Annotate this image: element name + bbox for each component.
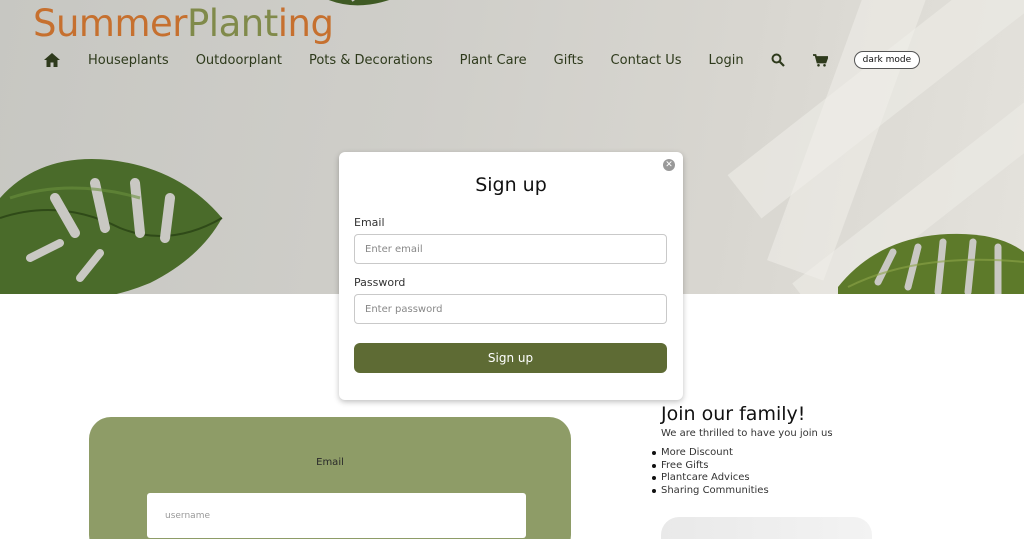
logo-text-ing: ing <box>277 2 334 45</box>
nav-plant-care[interactable]: Plant Care <box>460 53 527 68</box>
join-subtitle: We are thrilled to have you join us <box>661 428 833 439</box>
logo-text-summer: Summer <box>33 2 188 45</box>
promo-card <box>661 517 872 539</box>
search-icon[interactable] <box>771 53 785 67</box>
benefits-list: More Discount Free Gifts Plantcare Advic… <box>652 447 833 498</box>
close-icon[interactable]: ✕ <box>663 159 675 171</box>
email-label: Email <box>354 216 385 229</box>
home-icon[interactable] <box>44 53 60 67</box>
nav-contact-us[interactable]: Contact Us <box>611 53 682 68</box>
modal-title: Sign up <box>475 174 547 196</box>
join-section: Join our family! We are thrilled to have… <box>652 402 833 498</box>
nav-outdoorplant[interactable]: Outdoorplant <box>196 53 282 68</box>
signup-button[interactable]: Sign up <box>354 343 667 373</box>
monstera-leaf-left <box>0 159 223 294</box>
subscribe-card: Email username <box>89 417 571 539</box>
list-item: More Discount <box>652 447 833 460</box>
nav-houseplants[interactable]: Houseplants <box>88 53 169 68</box>
nav-gifts[interactable]: Gifts <box>554 53 584 68</box>
monstera-leaf-right <box>838 233 1024 294</box>
password-label: Password <box>354 276 406 289</box>
brand-logo[interactable]: SummerPlanting <box>33 2 334 46</box>
list-item: Plantcare Advices <box>652 472 833 485</box>
email-field[interactable]: Enter email <box>354 234 667 264</box>
cart-icon[interactable] <box>812 53 828 67</box>
signup-modal: ✕ Sign up Email Enter email Password Ent… <box>339 152 683 400</box>
join-title: Join our family! <box>661 403 806 425</box>
logo-text-plant: Plant <box>187 2 278 45</box>
username-input[interactable]: username <box>147 493 526 538</box>
list-item: Free Gifts <box>652 460 833 473</box>
nav-pots-decorations[interactable]: Pots & Decorations <box>309 53 433 68</box>
dark-mode-toggle[interactable]: dark mode <box>853 51 921 69</box>
list-item: Sharing Communities <box>652 485 833 498</box>
password-field[interactable]: Enter password <box>354 294 667 324</box>
main-navigation: Houseplants Outdoorplant Pots & Decorati… <box>44 48 921 72</box>
subscribe-email-label: Email <box>316 457 344 468</box>
nav-login[interactable]: Login <box>709 53 744 68</box>
